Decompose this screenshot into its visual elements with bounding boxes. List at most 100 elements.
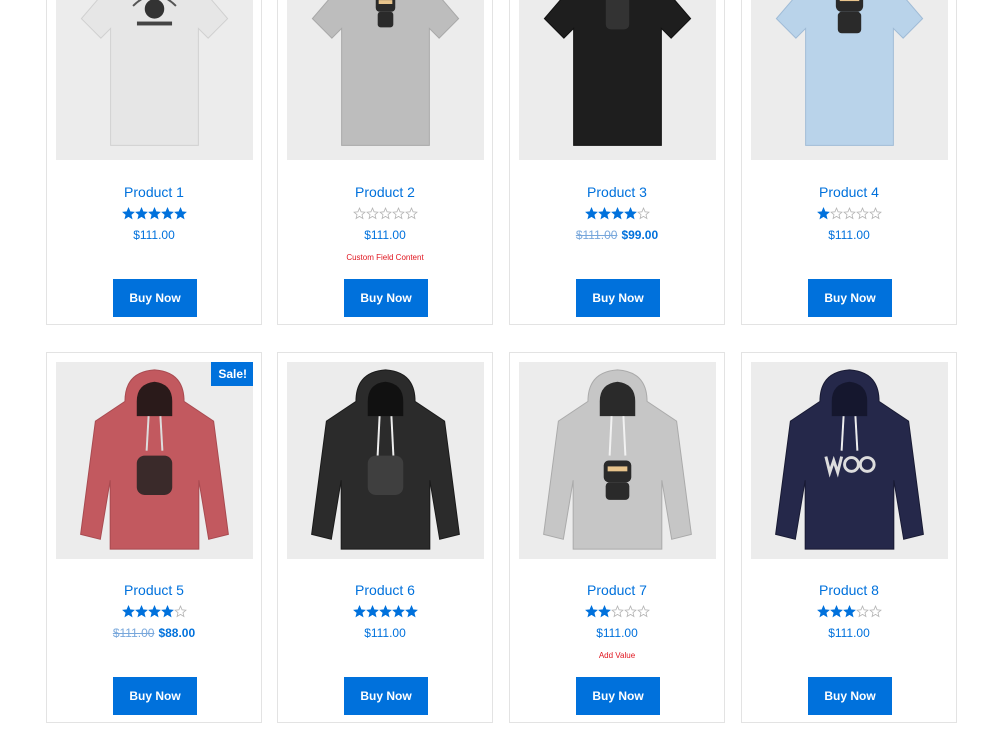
- price-current: $111.00: [364, 626, 406, 640]
- star-empty-icon: [842, 207, 856, 220]
- star-empty-icon: [173, 605, 187, 618]
- product-title[interactable]: Product 3: [510, 184, 724, 200]
- star-filled-icon: [610, 207, 624, 220]
- product-price: $111.00: [742, 626, 956, 640]
- product-price: $111.00: [510, 626, 724, 640]
- product-title[interactable]: Product 1: [47, 184, 261, 200]
- product-image-4[interactable]: [751, 0, 948, 160]
- star-rating: [47, 605, 261, 620]
- star-empty-icon: [636, 207, 650, 220]
- buy-now-button[interactable]: Buy Now: [576, 677, 660, 715]
- product-card-8: Product 8 $111.00 Buy Now: [741, 352, 957, 723]
- star-rating: [278, 207, 492, 222]
- star-empty-icon: [868, 207, 882, 220]
- star-empty-icon: [623, 605, 637, 618]
- custom-field-text: Add Value: [598, 651, 636, 660]
- sale-badge: Sale!: [211, 362, 253, 386]
- product-price: $111.00: [278, 626, 492, 640]
- star-rating: [278, 605, 492, 620]
- product-price: $111.00 $99.00: [510, 228, 724, 242]
- product-image-6[interactable]: [287, 362, 484, 559]
- light-blue-tshirt-image: [775, 0, 924, 146]
- product-title[interactable]: Product 5: [47, 582, 261, 598]
- buy-now-button[interactable]: Buy Now: [113, 279, 197, 317]
- buy-now-button[interactable]: Buy Now: [576, 279, 660, 317]
- star-filled-icon: [352, 605, 366, 618]
- product-title[interactable]: Product 4: [742, 184, 956, 200]
- star-filled-icon: [816, 207, 830, 220]
- buy-now-button[interactable]: Buy Now: [344, 677, 428, 715]
- product-grid: Product 1 $111.00 Buy Now Product 2 $111…: [0, 0, 1000, 750]
- star-rating: [510, 605, 724, 620]
- product-title[interactable]: Product 6: [278, 582, 492, 598]
- star-filled-icon: [160, 207, 174, 220]
- product-price: $111.00: [278, 228, 492, 242]
- red-hoodie-image: [80, 369, 229, 550]
- product-card-4: Product 4 $111.00 Buy Now: [741, 0, 957, 325]
- black-tshirt-image: [543, 0, 692, 146]
- custom-field-text: Custom Field Content: [346, 253, 424, 262]
- star-empty-icon: [610, 605, 624, 618]
- white-tshirt-image: [80, 0, 229, 146]
- product-image-1[interactable]: [56, 0, 253, 160]
- product-card-5: Sale! Product 5 $111.00 $88.00 Buy Now: [46, 352, 262, 723]
- star-empty-icon: [404, 207, 418, 220]
- buy-now-button[interactable]: Buy Now: [113, 677, 197, 715]
- navy-hoodie-image: [775, 369, 924, 550]
- buy-now-button[interactable]: Buy Now: [344, 279, 428, 317]
- star-filled-icon: [842, 605, 856, 618]
- star-empty-icon: [365, 207, 379, 220]
- star-filled-icon: [134, 605, 148, 618]
- product-title[interactable]: Product 7: [510, 582, 724, 598]
- product-card-7: Product 7 $111.00 Add Value Buy Now: [509, 352, 725, 723]
- star-empty-icon: [391, 207, 405, 220]
- star-filled-icon: [597, 207, 611, 220]
- price-current: $111.00: [364, 228, 406, 242]
- star-filled-icon: [584, 605, 598, 618]
- star-empty-icon: [352, 207, 366, 220]
- product-price: $111.00: [742, 228, 956, 242]
- star-filled-icon: [121, 605, 135, 618]
- product-image-3[interactable]: [519, 0, 716, 160]
- star-filled-icon: [584, 207, 598, 220]
- buy-now-button[interactable]: Buy Now: [808, 677, 892, 715]
- price-current: $111.00: [133, 228, 175, 242]
- star-rating: [742, 605, 956, 620]
- price-current: $111.00: [828, 228, 870, 242]
- product-title[interactable]: Product 2: [278, 184, 492, 200]
- price-original: $111.00: [112, 626, 155, 640]
- star-filled-icon: [134, 207, 148, 220]
- star-filled-icon: [147, 207, 161, 220]
- black-hoodie-image: [311, 369, 460, 550]
- grey-tshirt-image: [311, 0, 460, 146]
- price-sale: $99.00: [621, 228, 659, 242]
- product-title[interactable]: Product 8: [742, 582, 956, 598]
- star-empty-icon: [378, 207, 392, 220]
- price-current: $111.00: [596, 626, 638, 640]
- product-card-3: Product 3 $111.00 $99.00 Buy Now: [509, 0, 725, 325]
- price-original: $111.00: [575, 228, 618, 242]
- star-empty-icon: [868, 605, 882, 618]
- star-filled-icon: [597, 605, 611, 618]
- star-filled-icon: [121, 207, 135, 220]
- star-rating: [510, 207, 724, 222]
- product-image-8[interactable]: [751, 362, 948, 559]
- star-empty-icon: [855, 605, 869, 618]
- star-filled-icon: [816, 605, 830, 618]
- star-filled-icon: [365, 605, 379, 618]
- star-filled-icon: [378, 605, 392, 618]
- price-current: $111.00: [828, 626, 870, 640]
- product-price: $111.00 $88.00: [47, 626, 261, 640]
- star-rating: [47, 207, 261, 222]
- product-card-6: Product 6 $111.00 Buy Now: [277, 352, 493, 723]
- buy-now-button[interactable]: Buy Now: [808, 279, 892, 317]
- star-filled-icon: [173, 207, 187, 220]
- star-filled-icon: [160, 605, 174, 618]
- product-price: $111.00: [47, 228, 261, 242]
- product-card-1: Product 1 $111.00 Buy Now: [46, 0, 262, 325]
- product-image-7[interactable]: [519, 362, 716, 559]
- product-image-2[interactable]: [287, 0, 484, 160]
- star-filled-icon: [404, 605, 418, 618]
- product-image-5[interactable]: Sale!: [56, 362, 253, 559]
- star-filled-icon: [391, 605, 405, 618]
